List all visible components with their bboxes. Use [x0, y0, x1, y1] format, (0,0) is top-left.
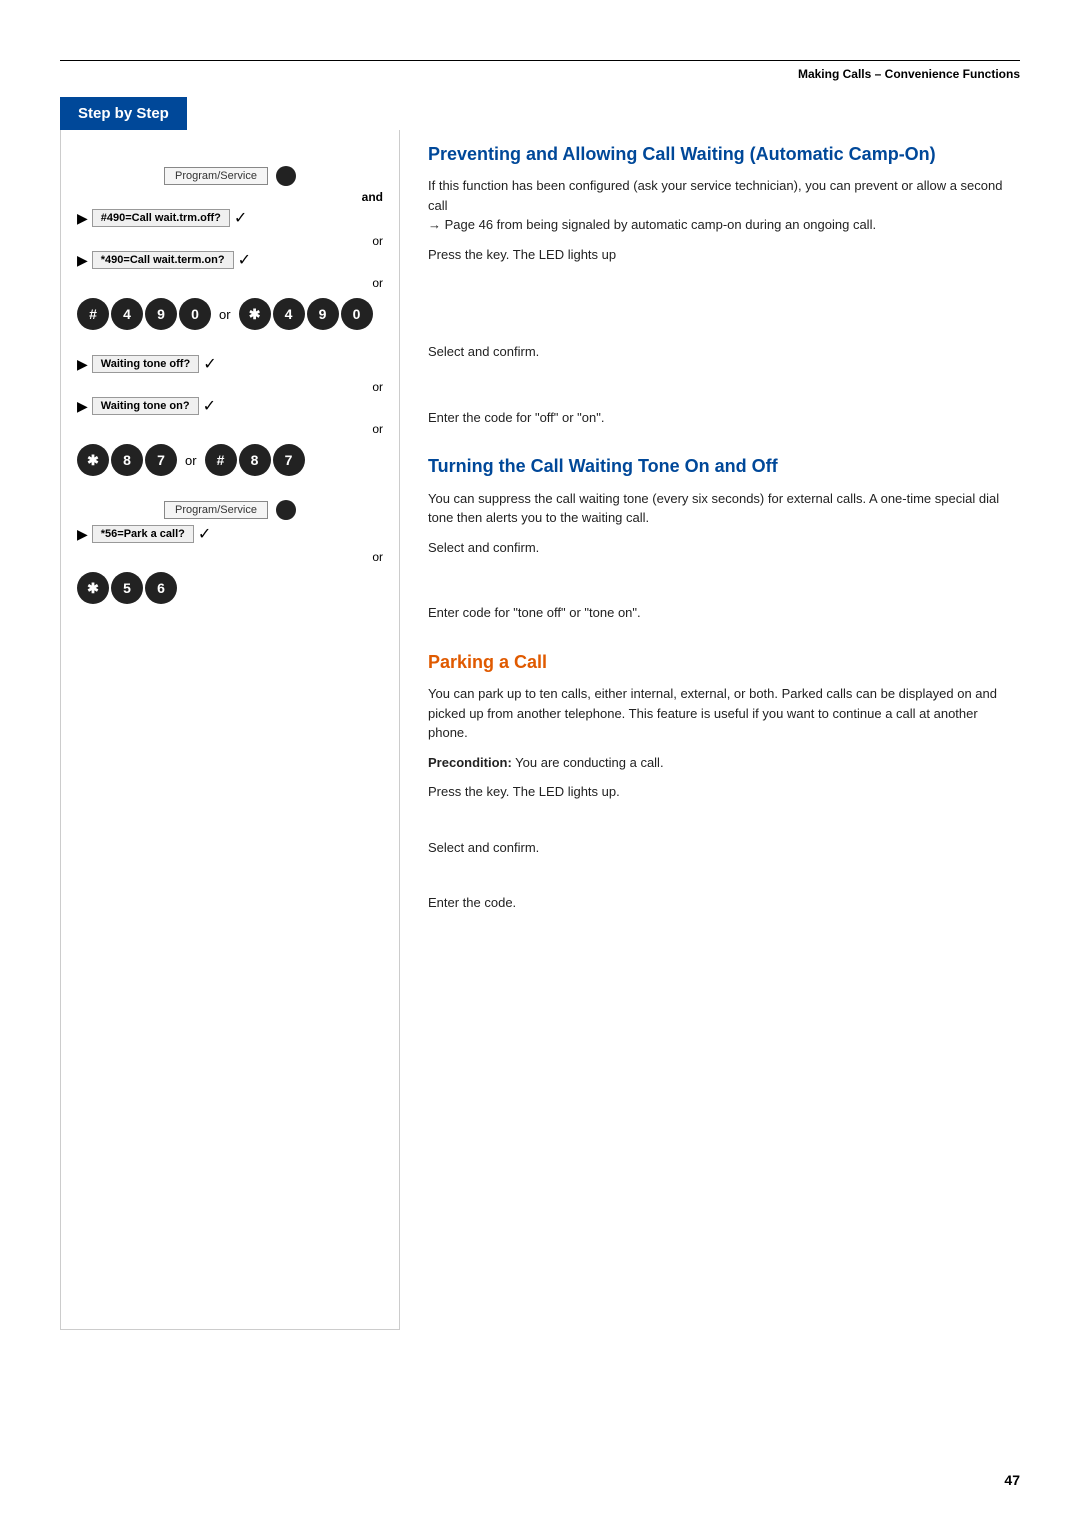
step-by-step-label: Step by Step	[60, 97, 187, 130]
select-confirm-2: Select and confirm.	[428, 538, 1020, 558]
digit-5: 5	[111, 572, 143, 604]
press-key-action-3: Press the key. The LED lights up.	[428, 782, 1020, 802]
check-5: ✓	[198, 524, 211, 544]
left-column: Step by Step Program/Service and ▶ #490=…	[60, 97, 400, 1330]
arrow-icon-2: ▶	[77, 252, 88, 269]
menu-item-1[interactable]: #490=Call wait.trm.off?	[92, 209, 230, 227]
digit-9: 9	[145, 298, 177, 330]
led-dot-2	[276, 500, 296, 520]
enter-code-text-2: Enter code for "tone off" or "tone on".	[428, 605, 641, 620]
digit-row-3: ✱ 5 6	[77, 572, 383, 604]
section1-title: Preventing and Allowing Call Waiting (Au…	[428, 143, 1020, 166]
or-label-1: or	[77, 234, 383, 248]
digit-hash: #	[77, 298, 109, 330]
waiting-tone-on[interactable]: Waiting tone on?	[92, 397, 199, 415]
enter-code-text-3: Enter the code.	[428, 895, 516, 910]
or-sep-1: or	[219, 307, 231, 322]
digit-row-1: # 4 9 0 or ✱ 4 9 0	[77, 298, 383, 330]
park-call-item[interactable]: *56=Park a call?	[92, 525, 194, 543]
digit-4b: 4	[273, 298, 305, 330]
section1-body: If this function has been configured (as…	[428, 176, 1020, 235]
select-confirm-text-1: Select and confirm.	[428, 344, 539, 359]
program-service-key-1[interactable]: Program/Service	[164, 167, 268, 185]
top-rule	[60, 60, 1020, 61]
waiting-tone-on-row: ▶ Waiting tone on? ✓	[77, 396, 383, 416]
program-service-row-1: Program/Service	[77, 166, 383, 186]
digit-4: 4	[111, 298, 143, 330]
waiting-tone-off[interactable]: Waiting tone off?	[92, 355, 199, 373]
press-key-text-3: Press the key. The LED lights up.	[428, 784, 620, 799]
digit-star-2: ✱	[77, 444, 109, 476]
or-sep-2: or	[185, 453, 197, 468]
enter-code-1: Enter the code for "off" or "on".	[428, 408, 1020, 428]
digit-8b: 8	[239, 444, 271, 476]
arrow-icon-5: ▶	[77, 526, 88, 543]
select-confirm-1: Select and confirm.	[428, 342, 1020, 362]
select-confirm-text-3: Select and confirm.	[428, 840, 539, 855]
enter-code-3: Enter the code.	[428, 893, 1020, 913]
section2-title: Turning the Call Waiting Tone On and Off	[428, 455, 1020, 478]
digit-star: ✱	[239, 298, 271, 330]
menu-item-row-1: ▶ #490=Call wait.trm.off? ✓	[77, 208, 383, 228]
digit-9b: 9	[307, 298, 339, 330]
digit-row-2: ✱ 8 7 or # 8 7	[77, 444, 383, 476]
menu-item-row-2: ▶ *490=Call wait.term.on? ✓	[77, 250, 383, 270]
program-service-key-2[interactable]: Program/Service	[164, 501, 268, 519]
main-content: Step by Step Program/Service and ▶ #490=…	[60, 97, 1020, 1330]
led-dot-1	[276, 166, 296, 186]
press-key-text-1: Press the key. The LED lights up	[428, 247, 616, 262]
program-service-row-2: Program/Service	[77, 500, 383, 520]
section3-precondition: Precondition: You are conducting a call.	[428, 753, 1020, 773]
arrow-icon-3: ▶	[77, 356, 88, 373]
check-2: ✓	[238, 250, 251, 270]
enter-code-text-1: Enter the code for "off" or "on".	[428, 410, 604, 425]
left-inner-box: Program/Service and ▶ #490=Call wait.trm…	[60, 130, 400, 1330]
check-4: ✓	[203, 396, 216, 416]
section1-arrow-text: Page 46 from being signaled by automatic…	[445, 217, 876, 232]
press-key-action-1: Press the key. The LED lights up	[428, 245, 1020, 265]
page-number: 47	[1004, 1472, 1020, 1488]
section3-body: You can park up to ten calls, either int…	[428, 684, 1020, 743]
and-label: and	[77, 190, 383, 204]
section2-body: You can suppress the call waiting tone (…	[428, 489, 1020, 528]
or-label-4: or	[77, 422, 383, 436]
section3-title: Parking a Call	[428, 651, 1020, 674]
select-confirm-3: Select and confirm.	[428, 838, 1020, 858]
digit-hash-2: #	[205, 444, 237, 476]
check-3: ✓	[203, 354, 216, 374]
select-confirm-text-2: Select and confirm.	[428, 540, 539, 555]
header-title: Making Calls – Convenience Functions	[60, 67, 1020, 81]
or-label-2: or	[77, 276, 383, 290]
digit-0b: 0	[341, 298, 373, 330]
digit-8: 8	[111, 444, 143, 476]
arrow-icon-1: ▶	[77, 210, 88, 227]
arrow-right-icon: →	[428, 217, 441, 232]
check-1: ✓	[234, 208, 247, 228]
or-label-5: or	[77, 550, 383, 564]
enter-code-2: Enter code for "tone off" or "tone on".	[428, 603, 1020, 623]
menu-item-2[interactable]: *490=Call wait.term.on?	[92, 251, 234, 269]
waiting-tone-off-row: ▶ Waiting tone off? ✓	[77, 354, 383, 374]
digit-6: 6	[145, 572, 177, 604]
arrow-icon-4: ▶	[77, 398, 88, 415]
digit-7b: 7	[273, 444, 305, 476]
page-container: Making Calls – Convenience Functions Ste…	[0, 0, 1080, 1528]
or-label-3: or	[77, 380, 383, 394]
digit-7: 7	[145, 444, 177, 476]
digit-0: 0	[179, 298, 211, 330]
right-column: Preventing and Allowing Call Waiting (Au…	[400, 97, 1020, 1330]
park-call-row: ▶ *56=Park a call? ✓	[77, 524, 383, 544]
digit-star-3: ✱	[77, 572, 109, 604]
